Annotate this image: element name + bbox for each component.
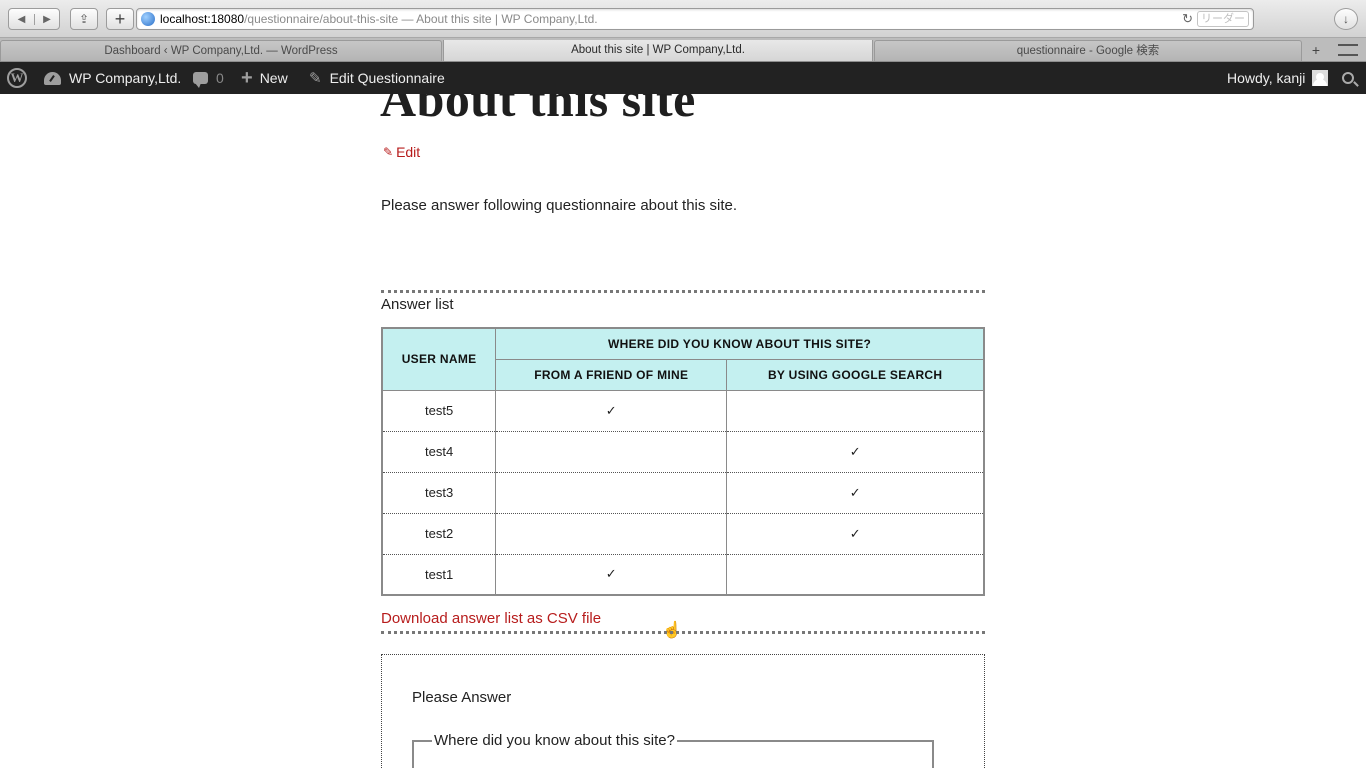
friend-column-header: FROM A FRIEND OF MINE (495, 358, 728, 391)
checkmark-icon (726, 554, 985, 595)
user-name-header: USER NAME (381, 327, 497, 391)
answer-form: Please Answer Where did you know about t… (381, 654, 985, 768)
forward-arrow-icon[interactable]: ▶ (33, 13, 59, 25)
user-cell: test1 (382, 554, 497, 595)
share-icon: ⇪ (78, 12, 90, 26)
tab-google-search[interactable]: questionnaire - Google 検索 (874, 40, 1302, 61)
downloads-button[interactable]: ↓ (1334, 8, 1358, 30)
plus-icon: + (114, 9, 126, 29)
plus-icon: + (241, 66, 253, 89)
add-tab-icon[interactable]: + (1305, 42, 1327, 58)
url-page-title: — About this site | WP Company,Ltd. (398, 12, 598, 26)
page-title: About this site (380, 94, 696, 127)
edit-questionnaire-link[interactable]: ✎ Edit Questionnaire (309, 62, 445, 94)
wp-admin-bar: W WP Company,Ltd. 0 + New ✎ Edit Questio… (0, 62, 1366, 94)
new-content-menu[interactable]: + New (241, 62, 288, 94)
checkmark-icon: ✓ (495, 390, 728, 432)
search-icon (1342, 72, 1354, 84)
url-host: localhost:18080 (160, 12, 245, 26)
admin-search[interactable] (1342, 62, 1354, 94)
reload-icon[interactable]: ↻ (1182, 11, 1193, 27)
comments-menu[interactable]: 0 (193, 62, 224, 94)
comment-bubble-icon (193, 72, 208, 88)
comments-count: 0 (216, 70, 224, 86)
page-content: About this site ✎ Edit Please answer fol… (0, 94, 1366, 768)
table-row: test4 ✓ (382, 431, 985, 473)
new-tab-button[interactable]: + (106, 8, 134, 30)
table-row: test5 ✓ (382, 390, 985, 432)
site-name: WP Company,Ltd. (69, 70, 182, 86)
my-account-menu[interactable]: Howdy, kanji (1227, 62, 1329, 94)
answer-list-label: Answer list (381, 296, 454, 313)
user-cell: test5 (382, 390, 497, 432)
checkmark-icon: ✓ (726, 472, 985, 514)
wp-logo-menu[interactable]: W (7, 62, 27, 94)
share-button[interactable]: ⇪ (70, 8, 98, 30)
wordpress-logo-icon: W (7, 68, 27, 88)
url-path: /questionnaire/about-this-site (244, 12, 399, 26)
download-csv-link[interactable]: Download answer list as CSV file (381, 610, 601, 627)
edit-link[interactable]: ✎ Edit (383, 144, 420, 160)
user-cell: test2 (382, 513, 497, 555)
tab-dashboard[interactable]: Dashboard ‹ WP Company,Ltd. — WordPress (0, 40, 442, 61)
question-fieldset: Where did you know about this site? (412, 732, 934, 768)
dashboard-icon (44, 71, 61, 85)
tab-list-icon[interactable] (1338, 44, 1358, 56)
google-column-header: BY USING GOOGLE SEARCH (726, 358, 985, 391)
edit-link-label: Edit (396, 144, 421, 160)
user-cell: test3 (382, 472, 497, 514)
reader-button[interactable]: リーダー (1197, 11, 1249, 27)
download-arrow-icon: ↓ (1343, 12, 1349, 26)
hand-cursor-icon: ☝ (662, 622, 682, 639)
intro-text: Please answer following questionnaire ab… (381, 197, 738, 214)
dotted-divider (381, 631, 985, 634)
tab-strip: Dashboard ‹ WP Company,Ltd. — WordPress … (0, 38, 1366, 62)
browser-toolbar: ◀ ▶ ⇪ + localhost:18080/questionnaire/ab… (0, 0, 1366, 38)
checkmark-icon (495, 513, 728, 555)
user-cell: test4 (382, 431, 497, 473)
checkmark-icon (726, 390, 985, 432)
new-label: New (259, 70, 288, 86)
tab-about-this-site[interactable]: About this site | WP Company,Ltd. (443, 40, 873, 61)
pencil-icon: ✎ (383, 145, 394, 159)
table-row: test3 ✓ (382, 472, 985, 514)
form-title: Please Answer (412, 689, 512, 706)
pencil-icon: ✎ (309, 70, 322, 87)
table-row: test1 ✓ (382, 554, 985, 595)
question-legend: Where did you know about this site? (434, 732, 675, 749)
address-bar[interactable]: localhost:18080/questionnaire/about-this… (136, 8, 1254, 30)
back-arrow-icon[interactable]: ◀ (9, 14, 34, 25)
question-group-header: WHERE DID YOU KNOW ABOUT THIS SITE? (495, 327, 985, 360)
checkmark-icon: ✓ (495, 554, 728, 595)
checkmark-icon: ✓ (726, 431, 985, 473)
table-row: test2 ✓ (382, 513, 985, 555)
dotted-divider (381, 290, 985, 293)
avatar (1312, 70, 1329, 86)
checkmark-icon (495, 431, 728, 473)
checkmark-icon: ✓ (726, 513, 985, 555)
url-text[interactable]: localhost:18080/questionnaire/about-this… (160, 12, 598, 26)
edit-questionnaire-label: Edit Questionnaire (329, 70, 445, 86)
site-name-menu[interactable]: WP Company,Ltd. (44, 62, 181, 94)
howdy-text: Howdy, kanji (1227, 70, 1306, 86)
globe-icon (141, 12, 155, 26)
back-forward-buttons[interactable]: ◀ ▶ (8, 8, 60, 30)
checkmark-icon (495, 472, 728, 514)
answer-table: USER NAME WHERE DID YOU KNOW ABOUT THIS … (381, 327, 985, 596)
